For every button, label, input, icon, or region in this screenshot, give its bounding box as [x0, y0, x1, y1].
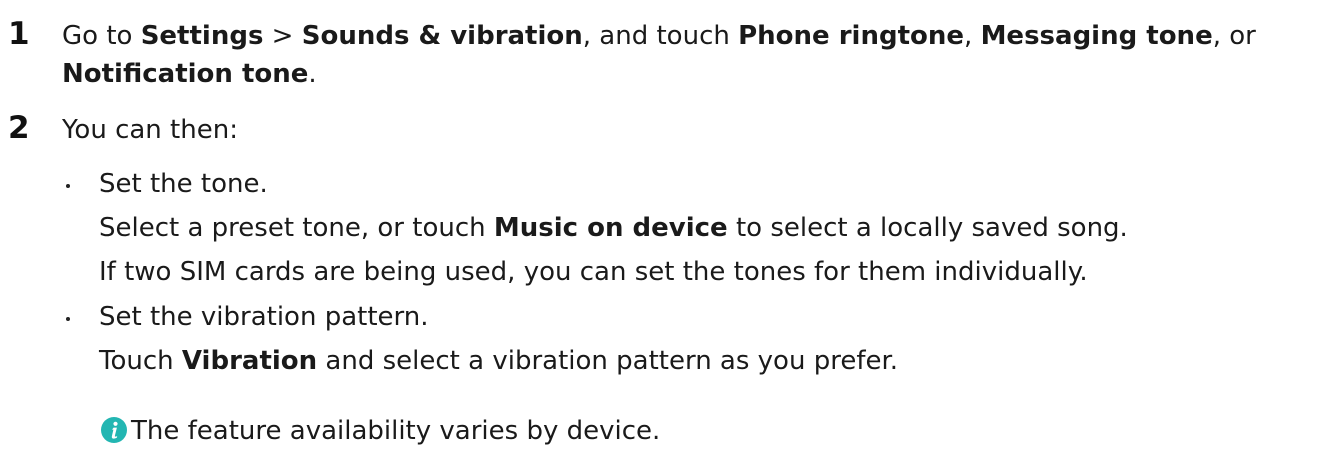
step-1-text-line-1: Go to Settings > Sounds & vibration, and…	[62, 18, 1256, 54]
messaging-tone-term: Messaging tone	[980, 21, 1213, 51]
step-1-text-connector: , and touch	[582, 21, 739, 51]
phone-ringtone-term: Phone ringtone	[738, 21, 965, 51]
step-1-text-line-2: Notification tone.	[62, 56, 317, 92]
bullet-1-title: Set the tone.	[99, 169, 268, 199]
step-1-text: Go to	[62, 21, 141, 51]
notification-tone-term: Notification tone	[62, 59, 309, 89]
sounds-vibration-term: Sounds & vibration	[301, 21, 583, 51]
step-number-2: 2	[8, 110, 30, 146]
info-icon	[101, 417, 127, 443]
bullet-2-detail-text: Touch	[99, 346, 182, 376]
step-number-1: 1	[8, 16, 30, 52]
bullet-2-detail-1: Touch Vibration and select a vibration p…	[99, 343, 898, 379]
music-on-device-term: Music on device	[493, 213, 728, 243]
bullet-1-detail-tail: to select a locally saved song.	[727, 213, 1128, 243]
path-separator: >	[263, 21, 302, 51]
vibration-term: Vibration	[181, 346, 318, 376]
bullet-1-detail-1: Select a preset tone, or touch Music on …	[99, 210, 1128, 246]
bullet-1-detail-2: If two SIM cards are being used, you can…	[99, 257, 1088, 287]
bullet-1-detail-text: Select a preset tone, or touch	[99, 213, 494, 243]
comma-separator: ,	[964, 21, 981, 51]
step-2-text: You can then:	[62, 115, 238, 145]
note-text: The feature availability varies by devic…	[131, 416, 661, 446]
settings-term: Settings	[140, 21, 264, 51]
or-connector: , or	[1212, 21, 1256, 51]
bullet-2-detail-tail: and select a vibration pattern as you pr…	[317, 346, 899, 376]
bullet-dot-2	[66, 317, 70, 321]
bullet-2-title: Set the vibration pattern.	[99, 302, 429, 332]
period: .	[308, 59, 317, 89]
bullet-dot-1	[66, 184, 70, 188]
